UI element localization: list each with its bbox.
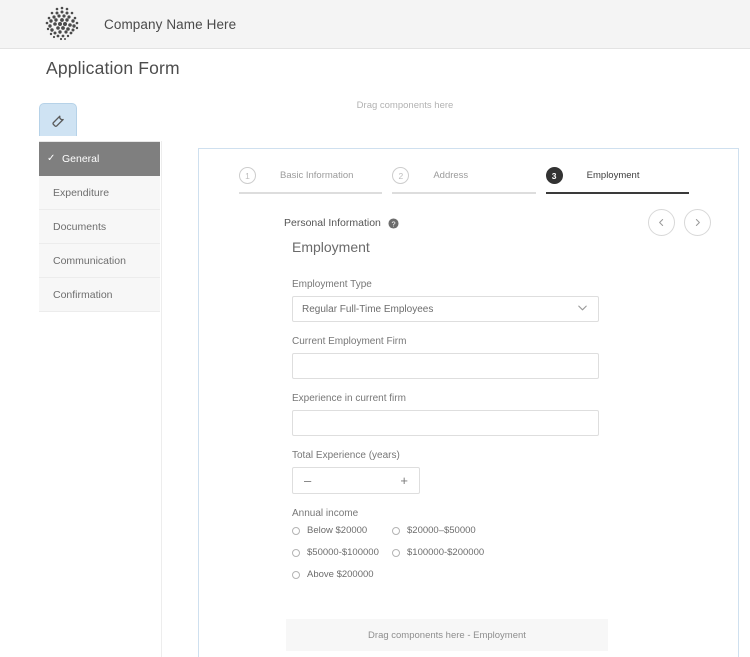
sidebar-item-general[interactable]: ✓ General bbox=[39, 142, 160, 176]
sidebar-item-communication[interactable]: Communication bbox=[39, 244, 160, 278]
wizard-step-address[interactable]: 2 Address bbox=[392, 167, 545, 194]
field-employment-type: Employment Type Regular Full-Time Employ… bbox=[292, 279, 602, 322]
check-icon: ✓ bbox=[47, 153, 56, 164]
employment-form: Employment Type Regular Full-Time Employ… bbox=[292, 279, 602, 594]
sidebar-item-label: General bbox=[62, 152, 100, 165]
wizard-nav-buttons bbox=[648, 209, 711, 236]
radio-100000-200000[interactable]: $100000-$200000 bbox=[392, 547, 484, 558]
current-firm-input[interactable] bbox=[292, 353, 599, 379]
prev-step-button[interactable] bbox=[648, 209, 675, 236]
experience-current-firm-input[interactable] bbox=[292, 410, 599, 436]
bottom-dropzone[interactable]: Drag components here - Employment bbox=[286, 619, 608, 651]
field-current-employment-firm: Current Employment Firm bbox=[292, 336, 602, 379]
tool-tab-wrench[interactable] bbox=[39, 103, 77, 136]
step-underline bbox=[392, 192, 536, 194]
chevron-left-icon bbox=[657, 214, 666, 232]
sidebar-item-label: Communication bbox=[53, 254, 126, 267]
svg-text:?: ? bbox=[391, 219, 395, 228]
step-label: Address bbox=[433, 170, 469, 181]
wizard-step-employment[interactable]: 3 Employment bbox=[545, 167, 699, 194]
wizard-step-basic-information[interactable]: 1 Basic Information bbox=[239, 167, 392, 194]
increment-button[interactable]: + bbox=[400, 474, 408, 487]
total-experience-label: Total Experience (years) bbox=[292, 450, 400, 461]
radio-dot-icon bbox=[292, 570, 300, 579]
radio-20000-50000[interactable]: $20000–$50000 bbox=[392, 525, 476, 536]
current-firm-label: Current Employment Firm bbox=[292, 336, 407, 347]
column-divider bbox=[161, 141, 162, 657]
step-underline bbox=[239, 192, 383, 194]
sidebar-item-expenditure[interactable]: Expenditure bbox=[39, 176, 160, 210]
decrement-button[interactable]: – bbox=[304, 474, 311, 487]
step-number: 2 bbox=[392, 167, 410, 184]
top-dropzone[interactable]: Drag components here bbox=[200, 93, 610, 117]
radio-dot-icon bbox=[292, 526, 300, 535]
info-circle-icon[interactable]: ? bbox=[388, 217, 399, 229]
field-experience-current-firm: Experience in current firm bbox=[292, 393, 602, 436]
step-label: Basic Information bbox=[280, 170, 354, 181]
sidebar-item-label: Confirmation bbox=[53, 288, 113, 301]
radio-row: Above $200000 bbox=[292, 569, 602, 580]
field-annual-income: Annual income Below $20000 $20000–$50000 bbox=[292, 508, 602, 580]
annual-income-label: Annual income bbox=[292, 508, 359, 519]
employment-type-label: Employment Type bbox=[292, 279, 372, 290]
radio-below-20000[interactable]: Below $20000 bbox=[292, 525, 392, 536]
step-number: 1 bbox=[239, 167, 256, 184]
wrench-icon bbox=[50, 112, 66, 128]
next-step-button[interactable] bbox=[684, 209, 711, 236]
wizard-stepper: 1 Basic Information 2 Address 3 Employme… bbox=[239, 167, 699, 194]
radio-label: $20000–$50000 bbox=[407, 525, 476, 536]
section-eyebrow: Personal Information ? bbox=[284, 217, 399, 229]
employment-type-value: Regular Full-Time Employees bbox=[302, 303, 434, 315]
section-eyebrow-label: Personal Information bbox=[284, 217, 381, 229]
brand-name: Company Name Here bbox=[104, 16, 237, 32]
radio-dot-icon bbox=[392, 526, 400, 535]
step-label: Employment bbox=[586, 170, 640, 181]
radio-row: $50000-$100000 $100000-$200000 bbox=[292, 547, 602, 558]
form-card: 1 Basic Information 2 Address 3 Employme… bbox=[198, 148, 739, 657]
field-total-experience: Total Experience (years) – + bbox=[292, 450, 602, 494]
total-experience-stepper[interactable]: – + bbox=[292, 467, 420, 494]
radio-50000-100000[interactable]: $50000-$100000 bbox=[292, 547, 392, 558]
radio-label: $100000-$200000 bbox=[407, 547, 485, 558]
employment-type-select[interactable]: Regular Full-Time Employees bbox=[292, 296, 599, 322]
page-title: Application Form bbox=[46, 58, 180, 78]
radio-dot-icon bbox=[292, 548, 300, 557]
annual-income-radio-group: Below $20000 $20000–$50000 $50000-$10000… bbox=[292, 525, 602, 580]
sidebar-item-label: Documents bbox=[53, 220, 107, 233]
company-logo-icon bbox=[38, 0, 86, 48]
chevron-right-icon bbox=[693, 214, 702, 232]
step-number: 3 bbox=[545, 167, 563, 184]
sidebar-item-label: Expenditure bbox=[53, 186, 110, 199]
radio-row: Below $20000 $20000–$50000 bbox=[292, 525, 602, 536]
radio-label: $50000-$100000 bbox=[307, 547, 379, 558]
application-form-page: Company Name Here Application Form Drag … bbox=[0, 0, 750, 657]
chevron-down-icon bbox=[576, 301, 589, 317]
sidebar-item-confirmation[interactable]: Confirmation bbox=[39, 278, 160, 312]
sidebar-item-documents[interactable]: Documents bbox=[39, 210, 160, 244]
radio-dot-icon bbox=[392, 548, 400, 557]
radio-label: Below $20000 bbox=[307, 525, 368, 536]
sidebar-menu: ✓ General Expenditure Documents Communic… bbox=[39, 141, 160, 312]
radio-above-200000[interactable]: Above $200000 bbox=[292, 569, 374, 580]
step-underline bbox=[545, 192, 689, 194]
experience-current-firm-label: Experience in current firm bbox=[292, 393, 406, 404]
top-brand-bar: Company Name Here bbox=[0, 0, 750, 49]
radio-label: Above $200000 bbox=[307, 569, 374, 580]
section-title: Employment bbox=[292, 239, 370, 255]
